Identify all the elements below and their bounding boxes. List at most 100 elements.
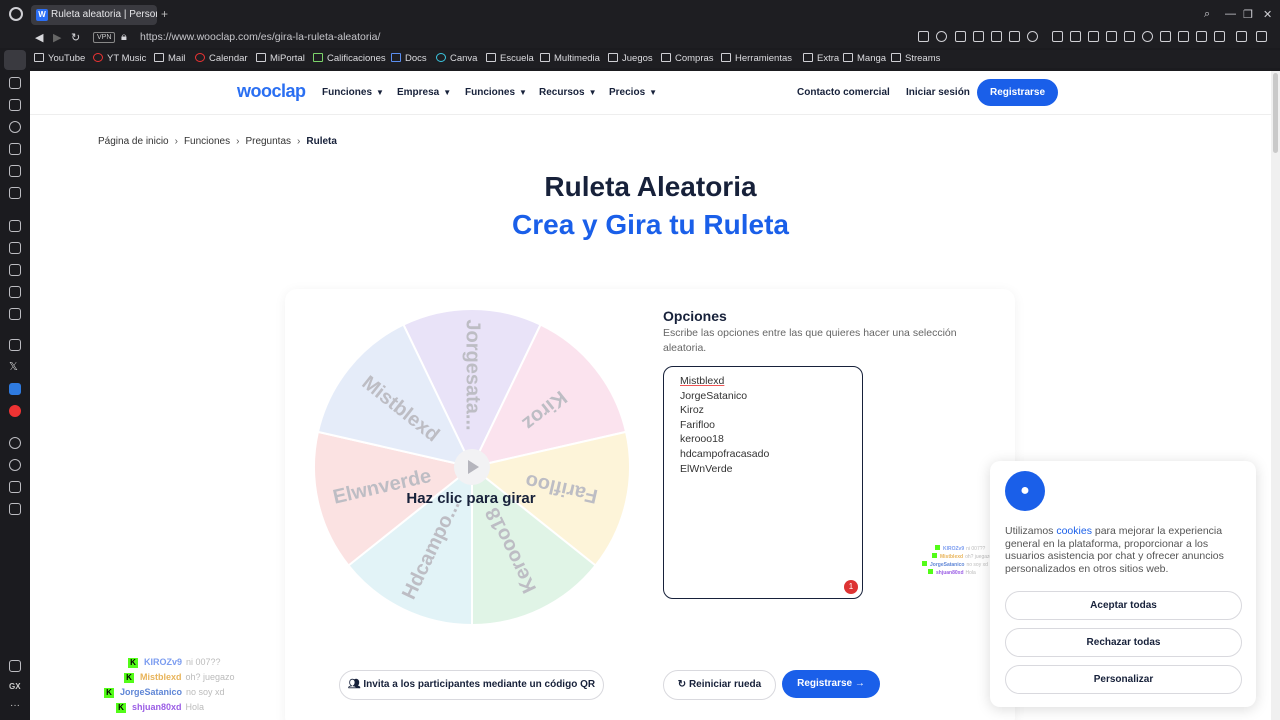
more-icon[interactable]: ··· <box>10 700 20 711</box>
bookmark-folder[interactable]: Multimedia <box>540 53 600 64</box>
rocket-icon[interactable] <box>9 143 21 155</box>
gx-label[interactable]: GX <box>9 682 21 691</box>
options-textarea[interactable]: Mistblexd JorgeSatanico Kiroz Farifloo k… <box>663 366 863 599</box>
reject-all-button[interactable]: Rechazar todas <box>1005 628 1242 657</box>
controller-icon[interactable] <box>9 99 21 111</box>
customize-button[interactable]: Personalizar <box>1005 665 1242 694</box>
extension-icon[interactable] <box>973 31 984 42</box>
extension-icon[interactable] <box>1088 31 1099 42</box>
extension-icon[interactable] <box>918 31 929 42</box>
reset-wheel-button[interactable]: ↻ Reiniciar rueda <box>663 670 776 700</box>
menu-funciones[interactable]: Funciones ▼ <box>322 87 384 98</box>
extension-icon[interactable] <box>1106 31 1117 42</box>
extension-icon[interactable] <box>1070 31 1081 42</box>
bookmark-item[interactable]: MiPortal <box>256 53 305 64</box>
close-icon[interactable]: ✕ <box>1263 8 1272 21</box>
bookmark-folder[interactable]: Extra <box>803 53 839 64</box>
menu-empresa[interactable]: Empresa ▼ <box>397 87 451 98</box>
web-page: wooclap Funciones ▼ Empresa ▼ Funciones ▼ R… <box>30 71 1271 720</box>
bookmark-item[interactable]: YT Music <box>93 53 146 64</box>
qr-invite-button[interactable]: 👥︎ Invita a los participantes mediante u… <box>339 670 604 700</box>
browser-tabbar: W Ruleta aleatoria | Persona + ⌕ — ❐ ✕ <box>0 0 1280 28</box>
extension-icon[interactable] <box>936 31 947 42</box>
breadcrumb-preguntas[interactable]: Preguntas <box>245 136 291 147</box>
star-icon[interactable] <box>9 77 21 89</box>
register-cta-button[interactable]: Registrarse → <box>782 670 880 698</box>
extension-icon[interactable] <box>1052 31 1063 42</box>
login-link[interactable]: Iniciar sesión <box>906 87 970 98</box>
contact-link[interactable]: Contacto comercial <box>797 87 890 98</box>
breadcrumb-funciones[interactable]: Funciones <box>184 136 230 147</box>
back-icon[interactable]: ◀ <box>35 31 43 44</box>
vpn-badge[interactable]: VPN <box>93 32 116 43</box>
extensions-icon[interactable] <box>9 481 21 493</box>
menu-funciones-2[interactable]: Funciones ▼ <box>465 87 527 98</box>
bookmark-item[interactable]: Calificaciones <box>313 53 386 64</box>
bookmark-folder[interactable]: Herramientas <box>721 53 792 64</box>
home-icon[interactable] <box>4 50 26 70</box>
x-icon[interactable]: 𝕏 <box>9 361 21 373</box>
restore-icon[interactable]: ❐ <box>1243 8 1253 21</box>
bookmark-item[interactable]: Calendar <box>195 53 248 64</box>
kick-icon: K <box>124 673 134 683</box>
breadcrumb-home[interactable]: Página de inicio <box>98 136 169 147</box>
bookmark-folder[interactable]: Streams <box>891 53 940 64</box>
bookmark-item[interactable]: Canva <box>436 53 477 64</box>
puzzle-icon[interactable] <box>9 503 21 515</box>
bookmark-folder[interactable]: Juegos <box>608 53 653 64</box>
reload-icon[interactable]: ↻ <box>71 31 80 44</box>
accept-all-button[interactable]: Aceptar todas <box>1005 591 1242 620</box>
extension-icon[interactable] <box>1124 31 1135 42</box>
menu-precios[interactable]: Precios ▼ <box>609 87 657 98</box>
wooclap-logo[interactable]: wooclap <box>237 81 306 102</box>
opera-logo-icon[interactable] <box>9 7 23 21</box>
bookmark-folder[interactable]: Manga <box>843 53 886 64</box>
extension-icon[interactable] <box>1009 31 1020 42</box>
app-icon[interactable] <box>9 405 21 417</box>
bookmark-item[interactable]: Docs <box>391 53 427 64</box>
extension-icon[interactable] <box>991 31 1002 42</box>
extension-icon[interactable] <box>955 31 966 42</box>
history-icon[interactable] <box>9 459 21 471</box>
smile-icon[interactable] <box>9 121 21 133</box>
menu-icon[interactable] <box>1256 31 1267 42</box>
bookmark-item[interactable]: YouTube <box>34 53 85 64</box>
tool-icon[interactable] <box>9 242 21 254</box>
register-button[interactable]: Registrarse <box>977 79 1058 106</box>
minimize-icon[interactable]: — <box>1225 8 1236 20</box>
bookmark-folder[interactable]: Compras <box>661 53 714 64</box>
settings-icon[interactable] <box>9 437 21 449</box>
url-input[interactable]: https://www.wooclap.com/es/gira-la-rulet… <box>140 31 380 43</box>
option-line: Farifloo <box>680 418 716 431</box>
wooclap-favicon-icon: W <box>36 9 48 21</box>
roulette-wheel[interactable]: Jorgesata... KirozFariflooKerooo18Hdcampo… <box>312 307 632 627</box>
cookies-link[interactable]: cookies <box>1056 525 1092 537</box>
option-line: hdcampofracasado <box>680 447 770 460</box>
bookmark-folder[interactable]: Escuela <box>486 53 534 64</box>
app-icon[interactable] <box>9 383 21 395</box>
forward-icon[interactable]: ▶ <box>53 31 61 44</box>
page-scrollbar[interactable] <box>1271 71 1280 720</box>
extension-icon[interactable] <box>1160 31 1171 42</box>
extension-icon[interactable] <box>1142 31 1153 42</box>
extension-icon[interactable] <box>1196 31 1207 42</box>
gamepad-icon[interactable] <box>9 220 21 232</box>
twitch-icon[interactable] <box>9 339 21 351</box>
kick-icon: K <box>104 688 114 698</box>
bowl-icon[interactable] <box>9 286 21 298</box>
extension-icon[interactable] <box>1178 31 1189 42</box>
plane-icon[interactable] <box>9 165 21 177</box>
new-tab-button[interactable]: + <box>161 8 168 20</box>
spark-icon[interactable] <box>9 308 21 320</box>
extension-icon[interactable] <box>1027 31 1038 42</box>
diamond-icon[interactable] <box>9 264 21 276</box>
pin-icon[interactable] <box>9 660 21 672</box>
search-icon[interactable]: ⌕ <box>1204 8 1210 21</box>
bookmark-item[interactable]: Mail <box>154 53 185 64</box>
heart-icon[interactable] <box>9 187 21 199</box>
spin-label[interactable]: Haz clic para girar <box>340 490 602 507</box>
extension-icon[interactable] <box>1214 31 1225 42</box>
extension-icon[interactable] <box>1236 31 1247 42</box>
menu-recursos[interactable]: Recursos ▼ <box>539 87 597 98</box>
browser-tab[interactable]: W Ruleta aleatoria | Persona <box>31 5 157 25</box>
